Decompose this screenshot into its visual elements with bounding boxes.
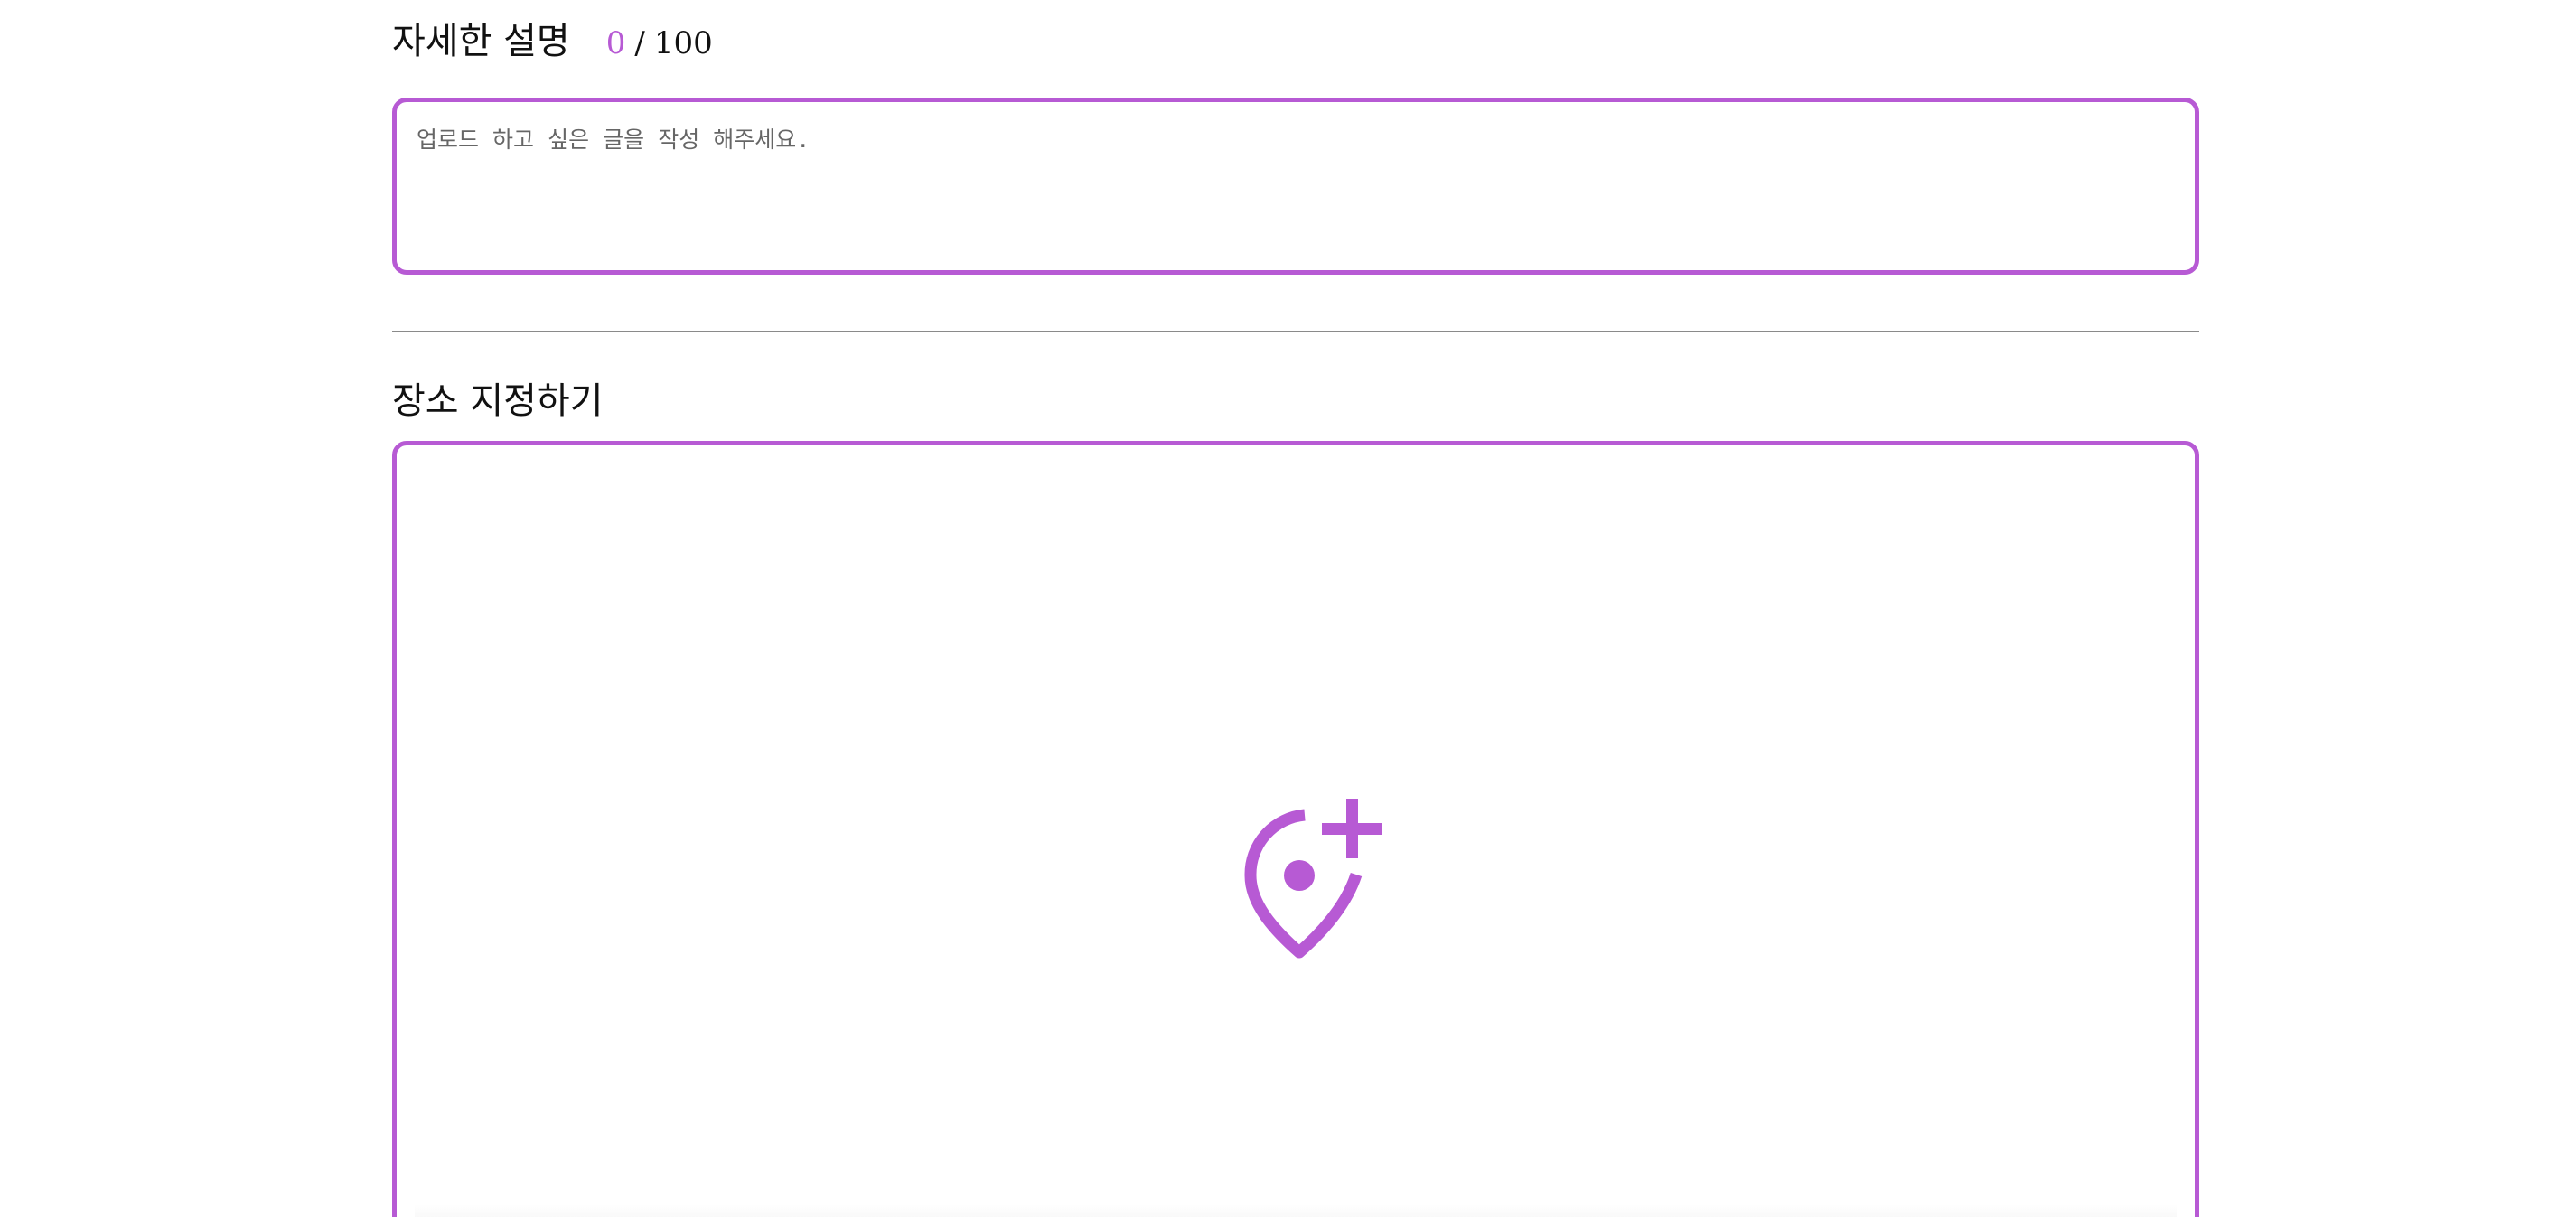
description-header: 자세한 설명 0/100 bbox=[392, 16, 713, 67]
place-select-area[interactable] bbox=[392, 441, 2199, 1217]
upload-page: 자세한 설명 0/100 장소 지정하기 bbox=[0, 0, 2576, 1217]
add-location-icon[interactable] bbox=[1237, 799, 1391, 970]
place-title: 장소 지정하기 bbox=[392, 380, 604, 422]
character-count-current: 0 bbox=[605, 25, 626, 61]
character-counter: 0/100 bbox=[606, 18, 713, 69]
section-divider bbox=[392, 331, 2199, 332]
bottom-shadow bbox=[415, 1204, 2177, 1217]
character-count-separator: / bbox=[634, 25, 645, 61]
character-count-max: 100 bbox=[653, 25, 713, 61]
description-textarea[interactable] bbox=[392, 98, 2199, 275]
description-title: 자세한 설명 bbox=[392, 21, 570, 62]
